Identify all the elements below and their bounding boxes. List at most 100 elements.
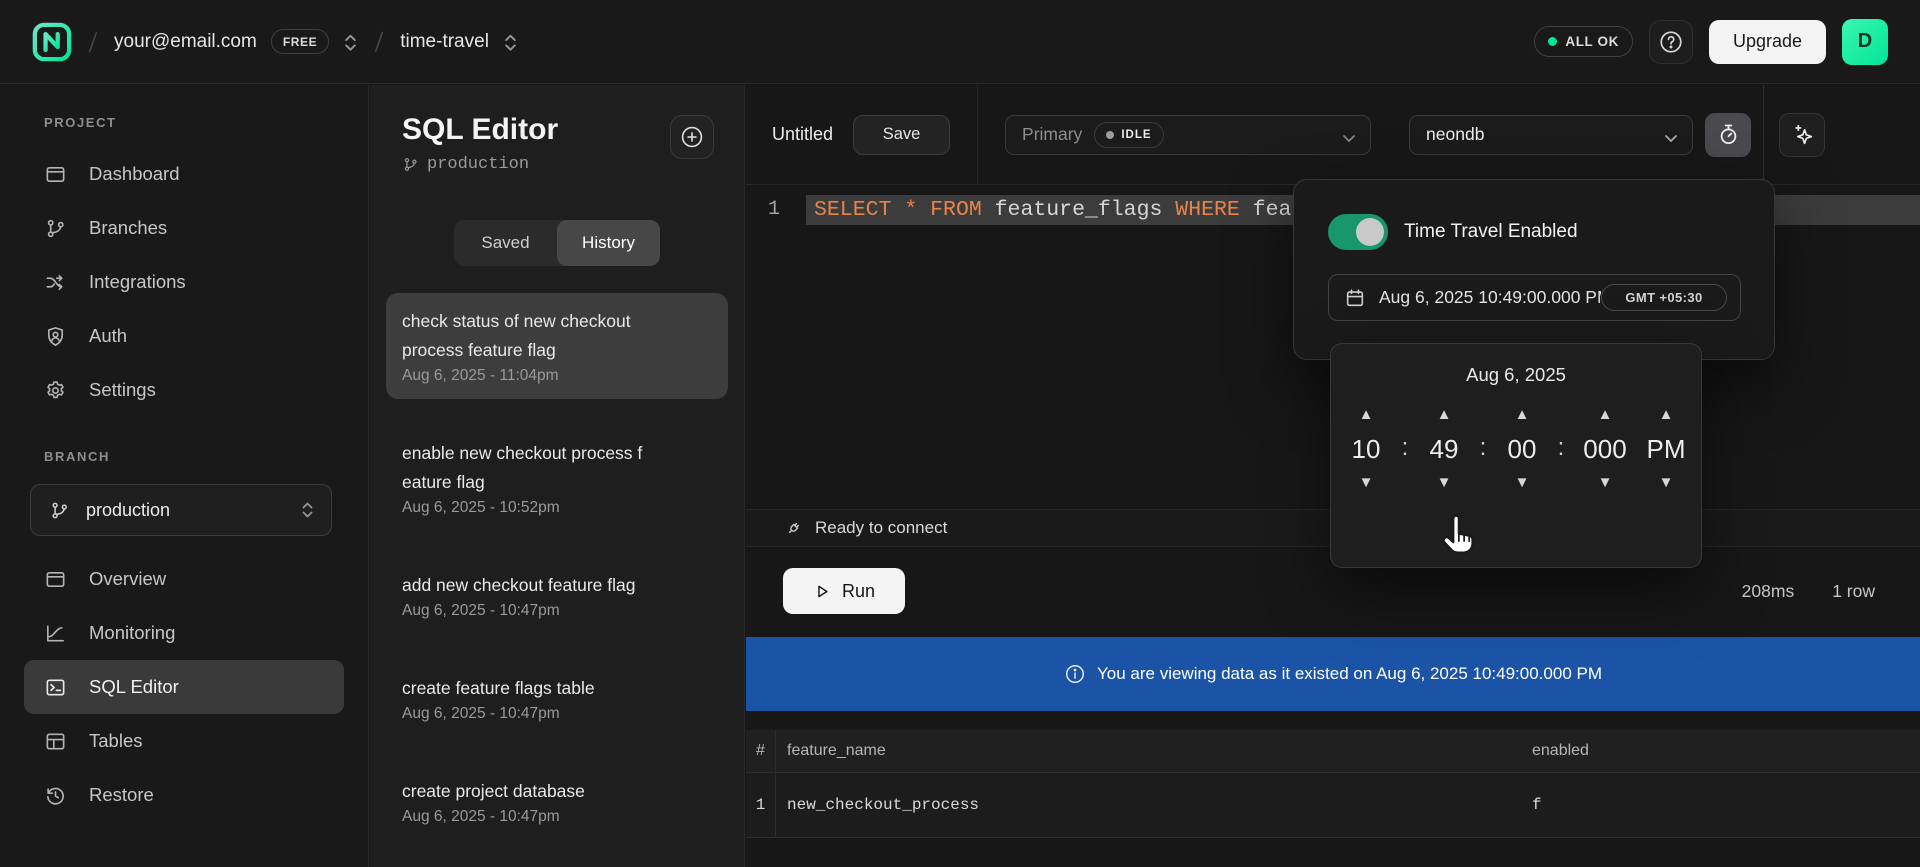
- sidebar-item-label: Monitoring: [89, 622, 175, 644]
- history-item-timestamp: Aug 6, 2025 - 10:47pm: [402, 808, 712, 826]
- compute-select[interactable]: Primary IDLE: [1005, 115, 1371, 155]
- query-stats: 208ms 1 row: [1742, 581, 1875, 602]
- history-item-timestamp: Aug 6, 2025 - 11:04pm: [402, 367, 712, 385]
- spinner-up-button[interactable]: ▲: [1659, 404, 1674, 426]
- branch-selector-chevrons-icon: [300, 499, 315, 521]
- table-cell: new_checkout_process: [776, 773, 1520, 837]
- saved-history-tabs: Saved History: [454, 220, 660, 266]
- datetime-input[interactable]: Aug 6, 2025 10:49:00.000 PM GMT +05:30: [1328, 274, 1741, 321]
- history-item[interactable]: create feature flags tableAug 6, 2025 - …: [386, 660, 728, 737]
- upgrade-button[interactable]: Upgrade: [1709, 20, 1826, 64]
- sidebar-item-label: SQL Editor: [89, 676, 179, 698]
- sidebar-section-branch: BRANCH: [24, 449, 344, 465]
- sidebar: PROJECT DashboardBranchesIntegrationsAut…: [0, 85, 369, 867]
- history-item[interactable]: check status of new checkoutprocess feat…: [386, 293, 728, 399]
- history-item[interactable]: add new checkout feature flagAug 6, 2025…: [386, 557, 728, 634]
- column-header: feature_name: [776, 730, 1520, 772]
- time-spinner-column: ▲ PM ▼: [1644, 404, 1688, 494]
- breadcrumb-slash: [86, 29, 100, 55]
- save-button[interactable]: Save: [853, 115, 950, 155]
- datetime-picker: Aug 6, 2025 ▲10▼:▲49▼:▲00▼:▲000▼▲PM▼: [1330, 343, 1702, 568]
- sidebar-item-sql-editor[interactable]: SQL Editor: [24, 660, 344, 714]
- sidebar-item-monitoring[interactable]: Monitoring: [24, 606, 344, 660]
- project-name[interactable]: time-travel: [400, 31, 489, 53]
- account-switcher-chevrons-icon[interactable]: [343, 31, 358, 53]
- spinner-up-button[interactable]: ▲: [1598, 404, 1613, 426]
- tab-history[interactable]: History: [557, 220, 660, 266]
- time-value: 10: [1352, 431, 1381, 467]
- branch-selector[interactable]: production: [30, 484, 332, 536]
- spinner-down-button[interactable]: ▼: [1659, 472, 1674, 494]
- time-spinner-column: ▲ 10 ▼: [1344, 404, 1388, 494]
- query-tab-title[interactable]: Untitled: [772, 124, 833, 145]
- idle-dot-icon: [1106, 131, 1114, 139]
- sidebar-item-integrations[interactable]: Integrations: [24, 255, 344, 309]
- breadcrumb-slash: [372, 29, 386, 55]
- connection-status-text: Ready to connect: [815, 518, 947, 538]
- neon-logo-icon[interactable]: [32, 22, 72, 62]
- panel-branch-label: production: [427, 155, 529, 174]
- sidebar-item-label: Branches: [89, 217, 167, 239]
- time-value: 000: [1583, 431, 1626, 467]
- sql-token-plain: feature_flags: [982, 198, 1176, 222]
- ai-assistant-button[interactable]: [1779, 113, 1825, 157]
- timezone-badge[interactable]: GMT +05:30: [1601, 284, 1727, 311]
- history-list: check status of new checkoutprocess feat…: [370, 293, 744, 840]
- history-item[interactable]: create project database Aug 6, 2025 - 10:…: [386, 763, 728, 840]
- help-button[interactable]: [1649, 20, 1693, 64]
- run-button[interactable]: Run: [783, 568, 905, 614]
- spinner-down-button[interactable]: ▼: [1359, 472, 1374, 494]
- sidebar-item-dashboard[interactable]: Dashboard: [24, 147, 344, 201]
- spinner-up-button[interactable]: ▲: [1359, 404, 1374, 426]
- sidebar-item-branches[interactable]: Branches: [24, 201, 344, 255]
- tab-saved[interactable]: Saved: [454, 220, 557, 266]
- auth-icon: [44, 325, 67, 348]
- status-badge[interactable]: ALL OK: [1534, 26, 1633, 57]
- chevron-down-icon: [1664, 130, 1678, 139]
- sidebar-item-overview[interactable]: Overview: [24, 552, 344, 606]
- new-query-button[interactable]: [670, 115, 714, 159]
- history-item-title: create project database: [402, 777, 712, 806]
- overview-icon: [44, 568, 67, 591]
- sidebar-item-label: Tables: [89, 730, 142, 752]
- project-switcher-chevrons-icon[interactable]: [503, 31, 518, 53]
- compute-status: IDLE: [1121, 129, 1151, 141]
- spinner-down-button[interactable]: ▼: [1515, 472, 1530, 494]
- sql-token-plain: [891, 198, 904, 222]
- column-header: enabled: [1520, 730, 1920, 772]
- integrations-icon: [44, 271, 67, 294]
- time-value: PM: [1647, 431, 1686, 467]
- plus-circle-icon: [679, 124, 705, 150]
- plug-icon: [783, 518, 804, 539]
- editor-toolbar: Untitled Save Primary IDLE neondb: [746, 85, 1920, 185]
- sparkles-icon: [1790, 122, 1815, 147]
- history-item-title: add new checkout feature flag: [402, 571, 712, 600]
- picker-date-header: Aug 6, 2025: [1331, 364, 1701, 386]
- table-cell: 1: [746, 773, 776, 837]
- time-separator: :: [1478, 404, 1488, 494]
- table-row[interactable]: 1new_checkout_processf: [746, 773, 1920, 838]
- history-item[interactable]: enable new checkout process feature flag…: [386, 425, 728, 531]
- sidebar-item-tables[interactable]: Tables: [24, 714, 344, 768]
- time-spinner-column: ▲ 000 ▼: [1578, 404, 1632, 494]
- sidebar-item-settings[interactable]: Settings: [24, 363, 344, 417]
- time-travel-button[interactable]: [1705, 113, 1751, 157]
- sidebar-item-auth[interactable]: Auth: [24, 309, 344, 363]
- run-label: Run: [842, 581, 875, 602]
- monitoring-icon: [44, 622, 67, 645]
- spinner-down-button[interactable]: ▼: [1598, 472, 1613, 494]
- spinner-up-button[interactable]: ▲: [1437, 404, 1452, 426]
- sidebar-item-label: Auth: [89, 325, 127, 347]
- sql-token-keyword: FROM: [930, 198, 982, 222]
- time-travel-toggle[interactable]: [1328, 214, 1388, 250]
- status-label: ALL OK: [1565, 34, 1619, 49]
- toolbar-divider: [1763, 85, 1764, 184]
- account-email[interactable]: your@email.com: [114, 31, 257, 53]
- branch-icon: [49, 500, 70, 521]
- spinner-up-button[interactable]: ▲: [1515, 404, 1530, 426]
- sidebar-item-restore[interactable]: Restore: [24, 768, 344, 822]
- avatar[interactable]: D: [1842, 19, 1888, 65]
- spinner-down-button[interactable]: ▼: [1437, 472, 1452, 494]
- history-item-timestamp: Aug 6, 2025 - 10:47pm: [402, 705, 712, 723]
- database-select[interactable]: neondb: [1409, 115, 1693, 155]
